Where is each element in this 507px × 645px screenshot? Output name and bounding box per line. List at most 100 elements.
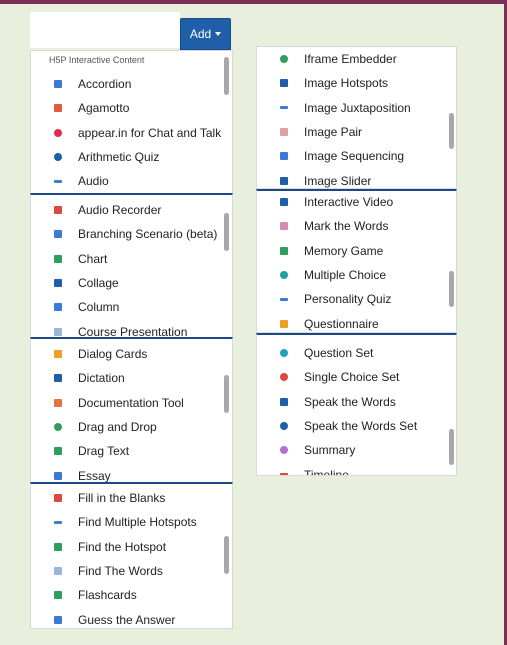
content-type-item[interactable]: Summary (257, 439, 355, 461)
content-type-icon (54, 206, 62, 214)
content-type-label: Dictation (78, 371, 125, 386)
content-type-item[interactable]: Drag and Drop (31, 416, 157, 438)
content-type-item[interactable]: Find Multiple Hotspots (31, 511, 197, 533)
scrollbar-thumb[interactable] (224, 536, 229, 574)
content-type-label: Arithmetic Quiz (78, 149, 160, 164)
content-type-item[interactable]: Audio Recorder (31, 199, 161, 221)
content-type-label: Mark the Words (304, 219, 389, 234)
content-list-panel-7[interactable]: Question Set Single Choice Set Speak the W… (256, 333, 457, 476)
content-type-item[interactable]: Find The Words (31, 560, 163, 582)
add-button-label: Add (189, 27, 212, 41)
content-type-item[interactable]: Column (31, 296, 119, 318)
content-type-item[interactable]: Single Choice Set (257, 366, 399, 388)
content-type-icon (280, 446, 288, 455)
scrollbar-thumb[interactable] (224, 213, 229, 251)
content-list-panel-2[interactable]: Audio Recorder Branching Scenario (beta) C… (30, 193, 233, 339)
content-type-label: Image Slider (304, 173, 372, 188)
content-type-label: Drag Text (78, 444, 130, 459)
content-type-label: Find The Words (78, 563, 163, 578)
content-type-item[interactable]: Accordion (31, 73, 131, 95)
content-type-icon (280, 222, 288, 231)
content-type-item[interactable]: Mark the Words (257, 215, 388, 237)
content-type-item[interactable]: Multiple Choice (257, 264, 386, 286)
content-type-item[interactable]: Questionnaire (257, 313, 379, 333)
content-type-item[interactable]: Agamotto (31, 97, 129, 119)
scrollbar-thumb[interactable] (449, 113, 454, 149)
content-type-icon (54, 398, 62, 407)
content-type-icon (280, 152, 288, 161)
content-type-item[interactable]: Dictation (31, 367, 125, 389)
content-type-label: Summary (304, 443, 356, 458)
content-type-item[interactable]: Speak the Words (257, 391, 396, 413)
content-list-panel-6[interactable]: Interactive Video Mark the Words Memory Ga… (256, 189, 457, 333)
content-type-item[interactable]: Dialog Cards (31, 343, 147, 365)
content-type-item[interactable]: Personality Quiz (257, 288, 391, 310)
content-type-label: Flashcards (78, 588, 137, 603)
content-type-item[interactable]: Find the Hotspot (31, 536, 166, 558)
content-list-panel-1[interactable]: H5P Interactive Content Accordion Agamott… (30, 50, 233, 195)
scrollbar-thumb[interactable] (224, 57, 229, 95)
content-list-panel-5[interactable]: Iframe Embedder Image Hotspots Image Juxta… (256, 46, 457, 189)
content-type-item[interactable]: Chart (31, 248, 107, 270)
content-type-icon (54, 615, 62, 624)
content-type-item[interactable]: Image Hotspots (257, 72, 388, 94)
content-type-label: Image Juxtaposition (304, 100, 411, 115)
scrollbar-thumb[interactable] (449, 271, 454, 307)
content-type-label: Guess the Answer (78, 612, 176, 627)
content-type-label: Speak the Words (304, 394, 396, 409)
content-type-item[interactable]: Image Sequencing (257, 145, 404, 167)
content-type-item[interactable]: Arithmetic Quiz (31, 146, 159, 168)
content-type-item[interactable]: Speak the Words Set (257, 415, 417, 437)
content-type-icon (54, 128, 62, 137)
add-button[interactable]: Add (180, 18, 231, 50)
content-type-item[interactable]: Interactive Video (257, 191, 393, 213)
content-type-item[interactable]: Image Juxtaposition (257, 97, 411, 119)
content-type-item[interactable]: Documentation Tool (31, 392, 184, 414)
content-type-label: Timeline (304, 467, 349, 476)
content-type-label: Speak the Words Set (304, 418, 418, 433)
content-type-icon (280, 270, 288, 279)
content-type-icon (54, 303, 62, 312)
content-type-item[interactable]: Collage (31, 272, 119, 294)
content-type-item[interactable]: Fill in the Blanks (31, 487, 165, 509)
content-type-item[interactable]: Timeline (257, 464, 349, 476)
content-type-icon (280, 176, 288, 185)
scrollbar-thumb[interactable] (224, 375, 229, 413)
content-list-panel-4[interactable]: Fill in the Blanks Find Multiple Hotspots… (30, 482, 233, 629)
content-type-item[interactable]: Audio (31, 170, 109, 192)
content-type-item[interactable]: Drag Text (31, 440, 129, 462)
content-type-label: Documentation Tool (78, 395, 184, 410)
content-type-label: Drag and Drop (78, 419, 157, 434)
content-type-label: Single Choice Set (304, 370, 400, 385)
content-type-label: Essay (78, 468, 111, 483)
content-type-icon (280, 127, 288, 136)
content-type-label: Find Multiple Hotspots (78, 515, 197, 530)
top-border (0, 0, 507, 4)
content-type-label: Personality Quiz (304, 292, 392, 307)
content-type-item[interactable]: Flashcards (31, 584, 137, 606)
content-type-icon (280, 106, 288, 110)
content-type-item[interactable]: Image Slider (257, 170, 372, 189)
content-type-item[interactable]: Memory Game (257, 240, 383, 262)
content-list-panel-3[interactable]: Dialog Cards Dictation Documentation Tool D… (30, 337, 233, 483)
content-type-icon (280, 473, 288, 475)
content-type-label: Image Pair (304, 124, 363, 139)
content-type-label: appear.in for Chat and Talk (78, 125, 222, 140)
content-type-icon (54, 494, 62, 502)
content-type-icon (54, 104, 62, 113)
content-type-item[interactable]: Image Pair (257, 121, 362, 143)
content-type-icon (54, 520, 62, 524)
content-type-icon (280, 373, 288, 382)
content-type-icon (280, 319, 288, 328)
content-type-item[interactable]: Iframe Embedder (257, 48, 397, 70)
scrollbar-thumb[interactable] (449, 429, 454, 465)
content-type-item[interactable]: Question Set (257, 342, 373, 364)
content-type-item[interactable]: Essay (31, 465, 111, 483)
content-type-icon (54, 447, 62, 456)
content-type-icon (280, 349, 288, 357)
content-type-label: Iframe Embedder (304, 52, 397, 66)
content-type-item[interactable]: Branching Scenario (beta) (31, 223, 217, 245)
content-type-item[interactable]: Guess the Answer (31, 609, 176, 629)
content-type-icon (54, 152, 62, 161)
content-type-item[interactable]: appear.in for Chat and Talk (31, 122, 221, 144)
